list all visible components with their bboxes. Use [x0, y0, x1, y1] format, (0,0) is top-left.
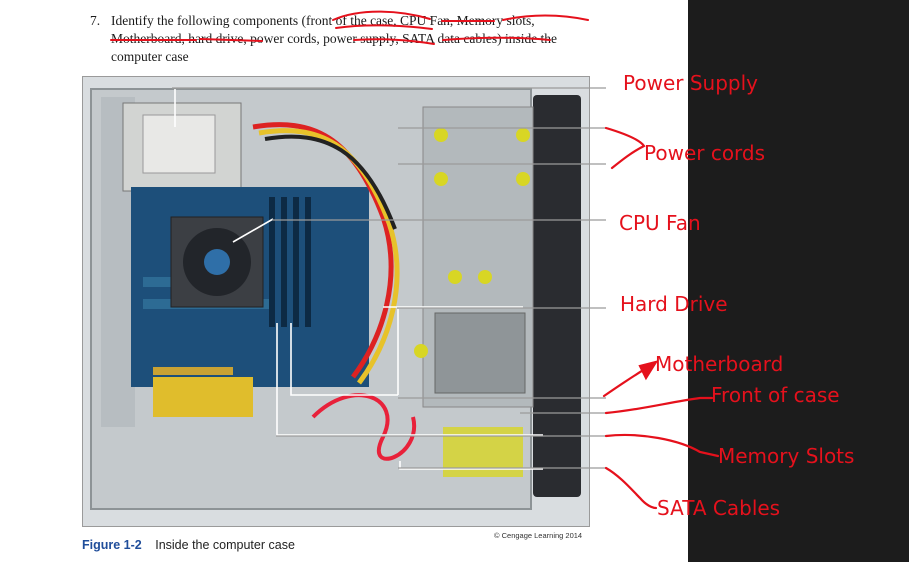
photo-credit: © Cengage Learning 2014 [494, 531, 583, 540]
figure-label: Figure 1-2 [82, 538, 142, 552]
figure-caption-text: Inside the computer case [155, 538, 295, 552]
front-of-case-stroke [604, 396, 714, 415]
memory-slots-stroke [604, 433, 720, 458]
callout-memory-slots: Memory Slots [718, 444, 855, 468]
callout-front-of-case: Front of case [711, 383, 840, 407]
figure-caption: Figure 1-2 Inside the computer case [82, 538, 295, 552]
callout-power-cords: Power cords [644, 141, 766, 165]
callout-motherboard: Motherboard [655, 352, 784, 376]
callout-hard-drive: Hard Drive [620, 292, 728, 316]
callout-sata-cables: SATA Cables [657, 496, 781, 520]
sata-cables-stroke [604, 466, 658, 510]
power-cords-bracket [604, 126, 646, 170]
handwritten-annotations [602, 126, 720, 510]
callout-cpu-fan: CPU Fan [619, 211, 701, 235]
motherboard-arrowhead [638, 360, 659, 381]
callout-leader-lines [172, 87, 720, 510]
callout-power-supply: Power Supply [623, 71, 758, 95]
